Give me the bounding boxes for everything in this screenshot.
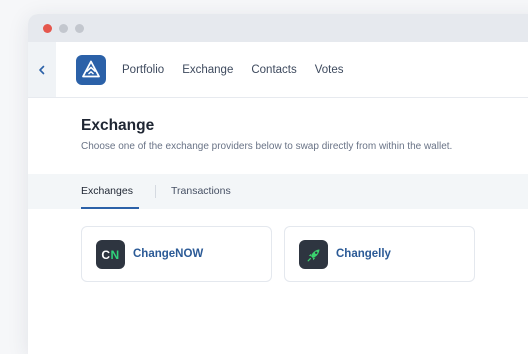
nav-portfolio[interactable]: Portfolio: [122, 64, 164, 76]
page-subtitle: Choose one of the exchange providers bel…: [81, 141, 453, 152]
provider-card-changenow[interactable]: CN ChangeNOW: [81, 226, 272, 282]
provider-name: Changelly: [336, 248, 391, 260]
provider-name: ChangeNOW: [133, 248, 204, 260]
changenow-logo-n: N: [110, 247, 120, 262]
nav-contacts[interactable]: Contacts: [251, 64, 296, 76]
tab-transactions[interactable]: Transactions: [171, 174, 231, 209]
window-minimize-button[interactable]: [59, 24, 68, 33]
tab-divider: [155, 185, 156, 198]
nav-votes[interactable]: Votes: [315, 64, 344, 76]
top-navbar: Portfolio Exchange Contacts Votes: [28, 42, 528, 98]
wallet-logo-icon[interactable]: [76, 55, 106, 85]
app-window: Portfolio Exchange Contacts Votes Exchan…: [28, 14, 528, 354]
main-nav: Portfolio Exchange Contacts Votes: [122, 42, 344, 97]
page-title: Exchange: [81, 117, 155, 134]
window-maximize-button[interactable]: [75, 24, 84, 33]
window-close-button[interactable]: [43, 24, 52, 33]
nav-exchange[interactable]: Exchange: [182, 64, 233, 76]
changenow-logo-icon: CN: [96, 240, 125, 269]
tab-exchanges[interactable]: Exchanges: [81, 174, 133, 209]
active-tab-indicator: [81, 207, 139, 209]
provider-card-changelly[interactable]: Changelly: [284, 226, 475, 282]
window-titlebar: [28, 14, 528, 42]
tabs-bar: Exchanges Transactions: [28, 174, 528, 209]
changelly-rocket-icon: [299, 240, 328, 269]
back-button[interactable]: [28, 42, 56, 97]
chevron-left-icon: [39, 65, 45, 74]
changenow-logo-c: C: [101, 247, 111, 262]
